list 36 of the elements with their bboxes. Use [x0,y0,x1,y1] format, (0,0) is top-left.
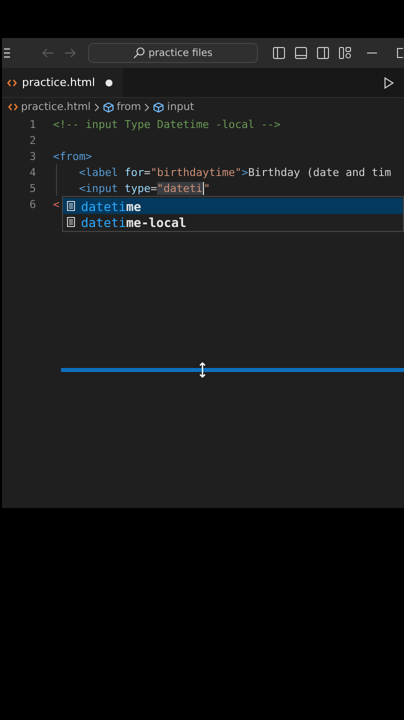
search-field[interactable]: practice files [88,43,258,63]
maximize-icon[interactable] [397,48,403,58]
editor-tab[interactable]: practice.html [2,68,124,97]
line-number: 2 [28,134,37,146]
code-line: <!-- input Type Datetime -local --> [53,118,281,130]
line-number: 6 [28,198,37,210]
code-line: <label for="birthdaytime">Birthday (date and tim [79,166,392,178]
resize-cursor-icon [199,362,206,378]
run-icon[interactable] [384,76,394,88]
secondary-sidebar-icon[interactable] [317,47,329,59]
line-number: 1 [28,118,37,130]
code-line: <from> [53,150,92,162]
panel-layout-icon[interactable] [295,47,307,59]
menu-icon[interactable] [4,48,10,58]
line-number: 5 [28,182,37,194]
breadcrumb-item[interactable]: practice.html [8,101,91,113]
search-icon [133,47,146,59]
code-line: <input type="dateti" [79,182,210,194]
breadcrumb-item[interactable]: input [153,101,194,113]
suggestion-item[interactable]: datetime [63,198,403,214]
code-file-icon [8,103,18,111]
customize-layout-icon[interactable] [339,47,351,59]
line-number: 4 [28,166,37,178]
code-file-icon [7,78,17,86]
minimize-icon[interactable] [367,52,377,54]
line-number: 3 [28,150,37,162]
chevron-icon [144,102,150,112]
cube-icon [153,102,164,112]
breadcrumb-item[interactable]: from [102,101,142,113]
code-line: < [53,198,60,210]
chevron-icon [94,102,100,112]
suggestion-item[interactable]: datetime-local [63,214,403,230]
text-symbol-icon [67,201,75,211]
sidebar-layout-icon[interactable] [273,47,285,59]
text-symbol-icon [67,217,75,227]
cube-icon [102,102,114,112]
